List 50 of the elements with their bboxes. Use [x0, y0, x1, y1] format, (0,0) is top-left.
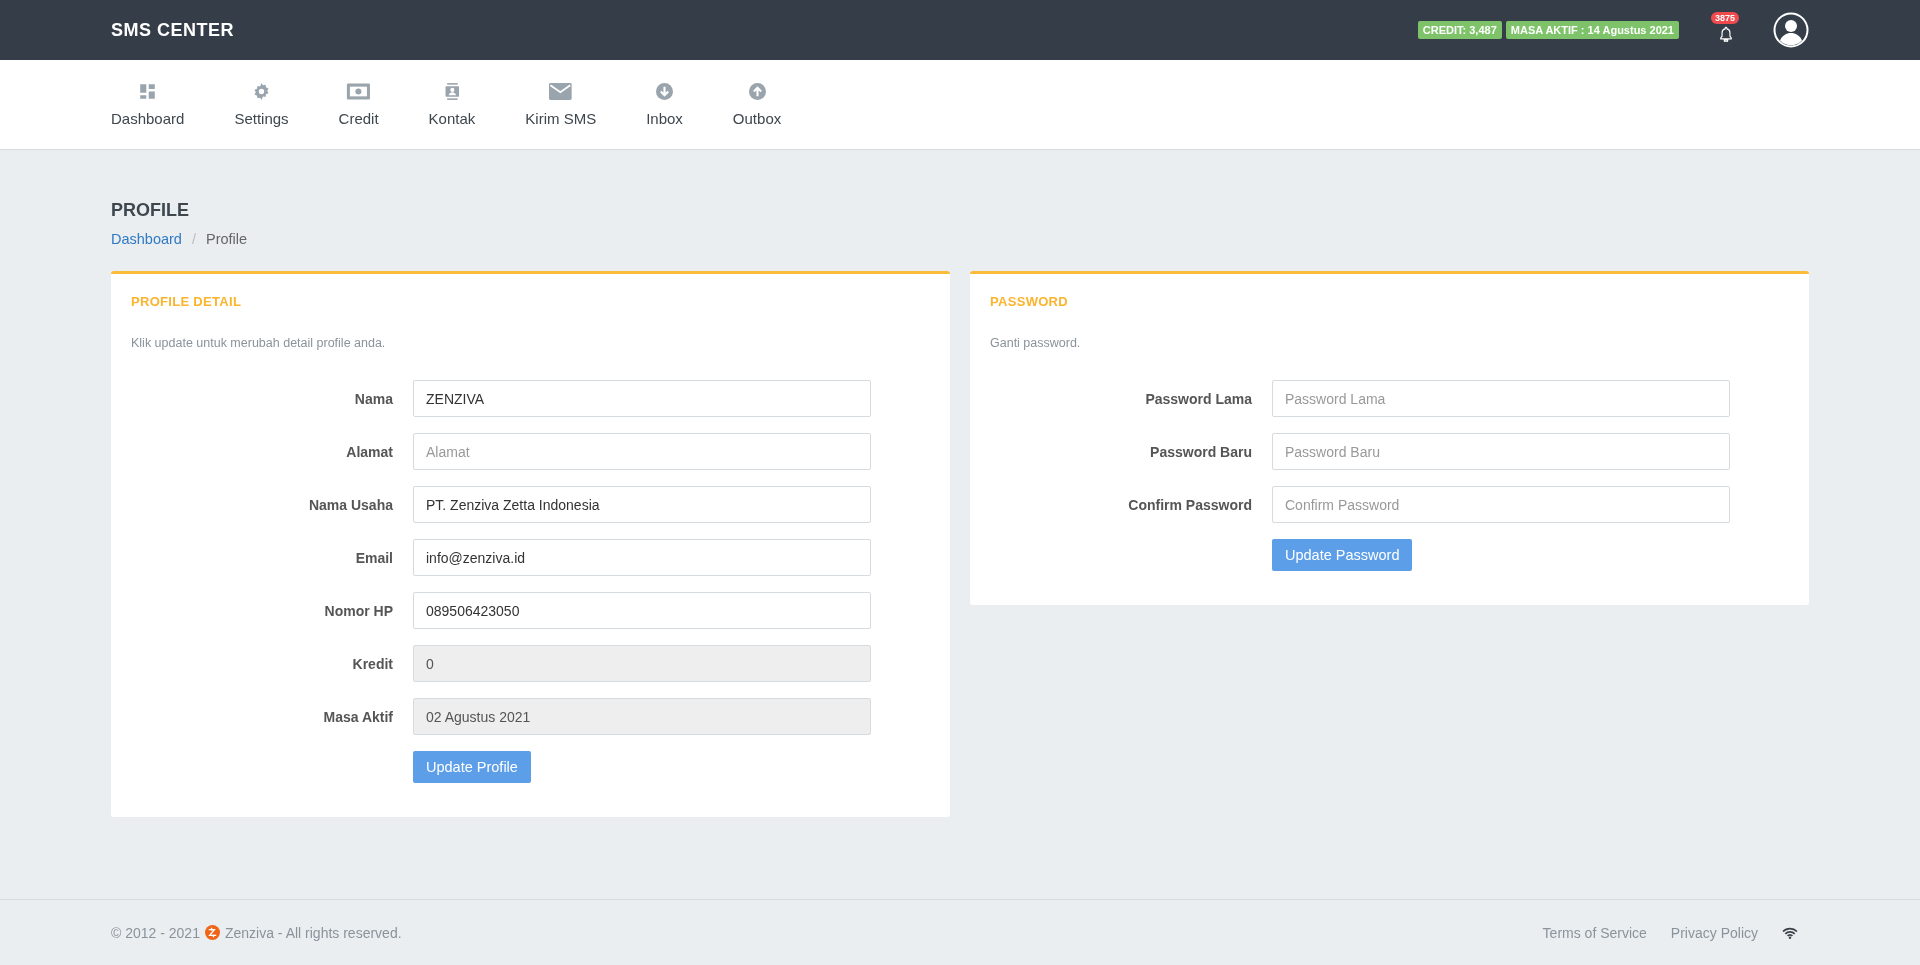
gear-icon [253, 82, 270, 100]
banknote-icon [346, 82, 371, 100]
nav-item[interactable]: Settings [234, 82, 289, 127]
status-badge: MASA AKTIF : 14 Agustus 2021 [1505, 21, 1679, 39]
notification-count: 3875 [1711, 12, 1740, 24]
page-title: PROFILE [111, 200, 190, 221]
user-avatar-icon[interactable] [1773, 12, 1809, 48]
input-field[interactable]: info@zenziva.id [413, 539, 871, 576]
nav-item[interactable]: Outbox [732, 82, 782, 127]
nav-item[interactable]: Kirim SMS [525, 82, 597, 127]
up-arrow-circle-icon [748, 82, 766, 100]
card-description: Ganti password. [990, 336, 1082, 350]
brand-title: SMS CENTER [111, 19, 234, 41]
field-label: Password Baru [1149, 443, 1252, 460]
field-label: Password Lama [1144, 390, 1252, 407]
status-badge: CREDIT: 3,487 [1417, 21, 1502, 39]
breadcrumb-current: Profile [205, 231, 248, 247]
field-label: Alamat [345, 443, 393, 460]
card-title: PASSWORD [990, 294, 1069, 309]
down-arrow-circle-icon [656, 82, 673, 100]
input-field[interactable]: Alamat [413, 433, 871, 470]
company-text: Zenziva - All rights reserved. [224, 924, 402, 941]
dashboard-icon [139, 82, 157, 100]
field-label: Nomor HP [323, 602, 393, 619]
nav-item[interactable]: Inbox [646, 82, 683, 127]
nav-item[interactable]: Dashboard [111, 82, 185, 127]
nav-item[interactable]: Credit [338, 82, 379, 127]
contact-card-icon [444, 82, 460, 100]
field-label: Confirm Password [1127, 496, 1252, 513]
envelope-icon [549, 82, 573, 100]
input-field[interactable]: ZENZIVA [413, 380, 871, 417]
card-description: Klik update untuk merubah detail profile anda. [131, 336, 387, 350]
logo-icon [204, 925, 220, 940]
wifi-icon [1782, 926, 1798, 939]
field-label: Nama Usaha [307, 496, 393, 513]
card-title: PROFILE DETAIL [131, 294, 243, 309]
field-label: Email [354, 549, 393, 566]
breadcrumb-separator: / [191, 231, 196, 247]
input-field[interactable]: 089506423050 [413, 592, 871, 629]
field-label: Nama [353, 390, 393, 407]
field-label: Kredit [351, 655, 393, 672]
nav-item[interactable]: Kontak [428, 82, 476, 127]
input-field[interactable]: PT. Zenziva Zetta Indonesia [413, 486, 871, 523]
field-label: Masa Aktif [322, 708, 393, 725]
copyright-text: © 2012 - 2021 [111, 924, 200, 941]
input-field[interactable]: Password Baru [1272, 433, 1730, 470]
breadcrumb-link[interactable]: Dashboard [111, 231, 182, 247]
input-field[interactable]: Password Lama [1272, 380, 1730, 417]
input-field[interactable]: Confirm Password [1272, 486, 1730, 523]
bell-icon[interactable] [1719, 26, 1733, 42]
